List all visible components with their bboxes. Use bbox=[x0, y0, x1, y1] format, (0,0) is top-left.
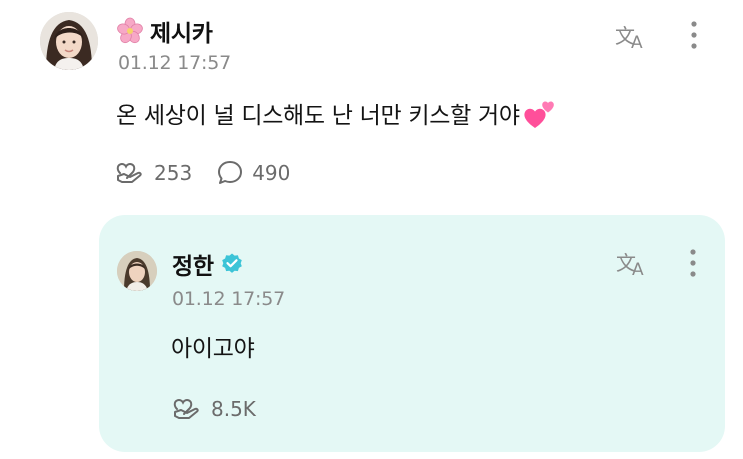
comment-button[interactable]: 490 bbox=[216, 159, 290, 187]
avatar-photo bbox=[117, 251, 157, 291]
avatar[interactable] bbox=[40, 12, 98, 70]
reply-message-row: 아이고야 bbox=[171, 328, 255, 364]
reaction-button[interactable]: 253 bbox=[114, 159, 192, 187]
verified-badge-icon bbox=[220, 252, 244, 276]
reply-author-row: 정한 bbox=[172, 247, 244, 281]
heart-hand-icon bbox=[173, 398, 199, 419]
reaction-count: 8.5K bbox=[211, 397, 256, 421]
comment-count: 490 bbox=[252, 161, 291, 185]
post-stats: 253 490 bbox=[114, 157, 314, 189]
avatar[interactable] bbox=[117, 251, 157, 291]
reply-author-name[interactable]: 정한 bbox=[172, 247, 214, 281]
more-options-icon[interactable] bbox=[688, 18, 700, 52]
more-options-icon[interactable] bbox=[687, 246, 699, 280]
reaction-button[interactable]: 8.5K bbox=[171, 395, 256, 423]
post-message: 온 세상이 널 디스해도 난 너만 키스할 거야 bbox=[116, 103, 520, 129]
two-hearts-icon bbox=[522, 95, 558, 131]
cherry-blossom-icon bbox=[116, 17, 144, 45]
post-timestamp: 01.12 17:57 bbox=[118, 52, 231, 74]
post-message-row: 온 세상이 널 디스해도 난 너만 키스할 거야 bbox=[116, 94, 558, 132]
svg-text:A: A bbox=[632, 260, 644, 279]
reply-stats: 8.5K bbox=[171, 393, 280, 425]
reply-message: 아이고야 bbox=[171, 336, 255, 362]
avatar-photo bbox=[40, 12, 98, 70]
comment-bubble-icon bbox=[218, 161, 243, 184]
reaction-count: 253 bbox=[154, 161, 193, 185]
post-author-row: 제시카 bbox=[116, 14, 213, 48]
reply-timestamp: 01.12 17:57 bbox=[172, 288, 285, 310]
heart-hand-icon bbox=[116, 162, 142, 183]
translate-icon[interactable]: 文 A bbox=[615, 247, 651, 280]
translate-icon[interactable]: 文 A bbox=[614, 20, 650, 53]
artist-reply-card: 정한 01.12 17:57 아이고야 8.5K 文 A bbox=[99, 215, 725, 452]
fan-post: 제시카 01.12 17:57 온 세상이 널 디스해도 난 너만 키스할 거야… bbox=[0, 0, 743, 210]
svg-text:A: A bbox=[631, 33, 643, 52]
post-author-name[interactable]: 제시카 bbox=[150, 14, 213, 48]
